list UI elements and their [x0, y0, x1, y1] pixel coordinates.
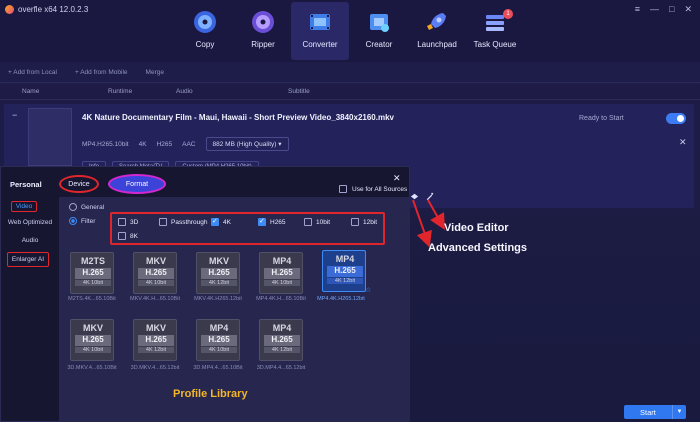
menu-icon[interactable]: ≡ — [635, 4, 640, 15]
tab-personal[interactable]: Personal — [10, 180, 42, 189]
rocket-icon — [423, 8, 451, 36]
profile-card[interactable]: MKV H.265 4K 12bit — [133, 319, 177, 361]
film-converter-icon — [306, 8, 334, 36]
profile-card[interactable]: MP4 H.265 4K 12bit — [259, 319, 303, 361]
app-logo: overfle x64 12.0.2.3 — [5, 5, 88, 14]
app-title: overfle x64 12.0.2.3 — [18, 5, 89, 14]
favorite-star-icon[interactable]: ☆ — [365, 286, 371, 294]
column-audio[interactable]: Audio — [176, 88, 193, 95]
filter-10bit[interactable]: 10bit — [304, 218, 330, 226]
add-from-local-button[interactable]: + Add from Local — [8, 69, 57, 76]
nav-ripper[interactable]: Ripper — [234, 8, 292, 49]
use-for-all-checkbox[interactable]: Use for All Sources — [339, 185, 407, 193]
profile-caption: 3D.MP4.4...65.10Bit — [193, 365, 243, 371]
remove-file-icon[interactable]: ✕ — [679, 137, 687, 148]
sidebar-item-video[interactable]: Video — [11, 201, 37, 212]
filter-8k[interactable]: 8K — [118, 232, 138, 240]
profile-card[interactable]: MP4 H.265 4K 10bit — [196, 319, 240, 361]
maximize-icon[interactable]: □ — [669, 4, 674, 15]
advanced-settings-annotation: Advanced Settings — [428, 242, 528, 254]
file-resolution: 4K — [138, 140, 147, 148]
nav-copy[interactable]: Copy — [176, 8, 234, 49]
filter-options: 3D Passthrough 4K H265 10bit 12bit 8K — [110, 212, 385, 245]
radio-icon[interactable] — [69, 203, 77, 211]
profile-card[interactable]: MKV H.265 4K 12bit — [196, 252, 240, 294]
radio-selected-icon[interactable] — [69, 217, 77, 225]
sidebar-item-enlarger-ai[interactable]: Enlarger AI — [7, 252, 49, 267]
profile-caption: 3D.MKV.4...65.12bit — [130, 365, 180, 371]
merge-button[interactable]: Merge — [146, 69, 164, 76]
minimize-icon[interactable]: — — [650, 4, 659, 15]
column-headers: Name Runtime Audio Subtitle — [0, 82, 700, 100]
tab-device[interactable]: Device — [59, 175, 99, 193]
panel-tabs: Personal Device Format ✕ Use for All Sou… — [1, 167, 411, 197]
status-text: Ready to Start — [579, 115, 624, 122]
start-dropdown-icon[interactable]: ▼ — [672, 405, 686, 419]
filter-passthrough[interactable]: Passthrough — [159, 218, 208, 226]
nav-converter[interactable]: Converter — [291, 2, 349, 60]
nav-creator[interactable]: Creator — [350, 8, 408, 49]
video-thumbnail[interactable] — [28, 108, 72, 166]
disc-copy-icon — [191, 8, 219, 36]
filter-12bit[interactable]: 12bit — [351, 218, 377, 226]
video-editor-annotation: Video Editor — [444, 222, 509, 234]
filter-4k[interactable]: 4K — [211, 217, 231, 226]
checkbox-icon[interactable] — [339, 185, 347, 193]
enable-toggle[interactable] — [666, 113, 686, 124]
profile-caption: MKV.4K.H...65.10Bit — [130, 296, 180, 302]
film-creator-icon — [365, 8, 393, 36]
column-subtitle[interactable]: Subtitle — [288, 88, 310, 95]
profile-caption: M2TS.4K...65.10Bit — [68, 296, 116, 302]
profile-caption: 3D.MP4.4...65.12bit — [256, 365, 306, 371]
start-button[interactable]: Start ▼ — [624, 405, 686, 419]
profile-card[interactable]: MP4 H.265 4K 10bit — [259, 252, 303, 294]
chevron-down-icon: ▾ — [278, 141, 282, 148]
profile-card-selected[interactable]: MP4 H.265 4K 12bit — [322, 250, 366, 292]
app-window: overfle x64 12.0.2.3 ≡ — □ ✕ Copy Ripper… — [0, 0, 700, 422]
top-bar: overfle x64 12.0.2.3 ≡ — □ ✕ Copy Ripper… — [0, 0, 700, 62]
file-video-codec: H265 — [156, 140, 173, 148]
profile-library-label: Profile Library — [173, 388, 248, 400]
file-audio-codec: AAC — [182, 140, 196, 148]
task-queue-badge: 1 — [503, 9, 513, 19]
file-title: 4K Nature Documentary Film - Maui, Hawai… — [82, 113, 394, 122]
file-meta: MP4.H265.10bit 4K H265 AAC 882 MB (High … — [82, 137, 289, 151]
profile-caption: MP4.4K.H265.12bit — [317, 296, 365, 302]
close-icon[interactable]: ✕ — [684, 4, 692, 15]
add-from-mobile-button[interactable]: + Add from Mobile — [75, 69, 128, 76]
video-editor-icon[interactable] — [424, 191, 434, 201]
toolbar: + Add from Local + Add from Mobile Merge — [0, 62, 700, 82]
column-runtime[interactable]: Runtime — [108, 88, 132, 95]
profile-card[interactable]: MKV H.265 4K 10bit — [133, 252, 177, 294]
file-codec: MP4.H265.10bit — [82, 140, 129, 148]
profile-card[interactable]: MKV H.265 4K 10bit — [70, 319, 114, 361]
nav-launchpad[interactable]: Launchpad — [408, 8, 466, 49]
general-radio[interactable]: General — [69, 203, 104, 211]
filter-h265[interactable]: H265 — [258, 217, 286, 226]
filter-3d[interactable]: 3D — [118, 218, 138, 226]
collapse-icon[interactable]: − — [12, 110, 17, 120]
tab-format[interactable]: Format — [108, 174, 166, 194]
logo-icon — [5, 5, 14, 14]
profile-card[interactable]: M2TS H.265 4K 10bit — [70, 252, 114, 294]
column-name[interactable]: Name — [22, 88, 39, 95]
panel-close-icon[interactable]: ✕ — [393, 173, 401, 184]
filter-radio[interactable]: Filter — [69, 217, 95, 225]
profile-caption: MKV.4K.H265.12bit — [194, 296, 242, 302]
profile-panel: Personal Device Format ✕ Use for All Sou… — [0, 166, 410, 422]
sidebar-item-web-optimized[interactable]: Web Optimized — [1, 219, 59, 226]
profile-caption: MP4.4K.H...65.10Bit — [256, 296, 306, 302]
file-size-select[interactable]: 882 MB (High Quality) ▾ — [205, 137, 289, 151]
profile-caption: 3D.MKV.4...65.10Bit — [67, 365, 117, 371]
disc-ripper-icon — [249, 8, 277, 36]
profile-sidebar: Video Web Optimized Audio Enlarger AI — [1, 197, 59, 422]
window-controls: ≡ — □ ✕ — [635, 4, 692, 15]
nav-task-queue[interactable]: Task Queue 1 — [466, 8, 524, 49]
sidebar-item-audio[interactable]: Audio — [1, 237, 59, 244]
